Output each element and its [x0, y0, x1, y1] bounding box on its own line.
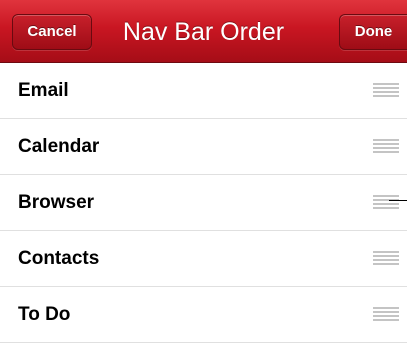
list-item-browser[interactable]: Browser	[0, 175, 407, 231]
list-item-label: Contacts	[18, 248, 100, 269]
reorder-grip-icon[interactable]	[373, 195, 399, 209]
list-item-label: Calendar	[18, 136, 100, 157]
nav-bar: Cancel Nav Bar Order Done	[0, 0, 407, 63]
list-item-to-do[interactable]: To Do	[0, 287, 407, 343]
list-item-contacts[interactable]: Contacts	[0, 231, 407, 287]
list-item-label: Browser	[18, 192, 95, 213]
list-item-label: To Do	[18, 304, 71, 325]
reorder-grip-icon[interactable]	[373, 307, 399, 321]
list-item-label: Email	[18, 80, 69, 101]
list-item-calendar[interactable]: Calendar	[0, 119, 407, 175]
callout-pointer-line	[389, 200, 407, 201]
list-item-email[interactable]: Email	[0, 63, 407, 119]
done-button[interactable]: Done	[339, 14, 407, 50]
nav-order-list: Email Calendar Browser Contacts To Do	[0, 63, 407, 343]
reorder-grip-icon[interactable]	[373, 139, 399, 153]
reorder-grip-icon[interactable]	[373, 251, 399, 265]
reorder-grip-icon[interactable]	[373, 83, 399, 97]
